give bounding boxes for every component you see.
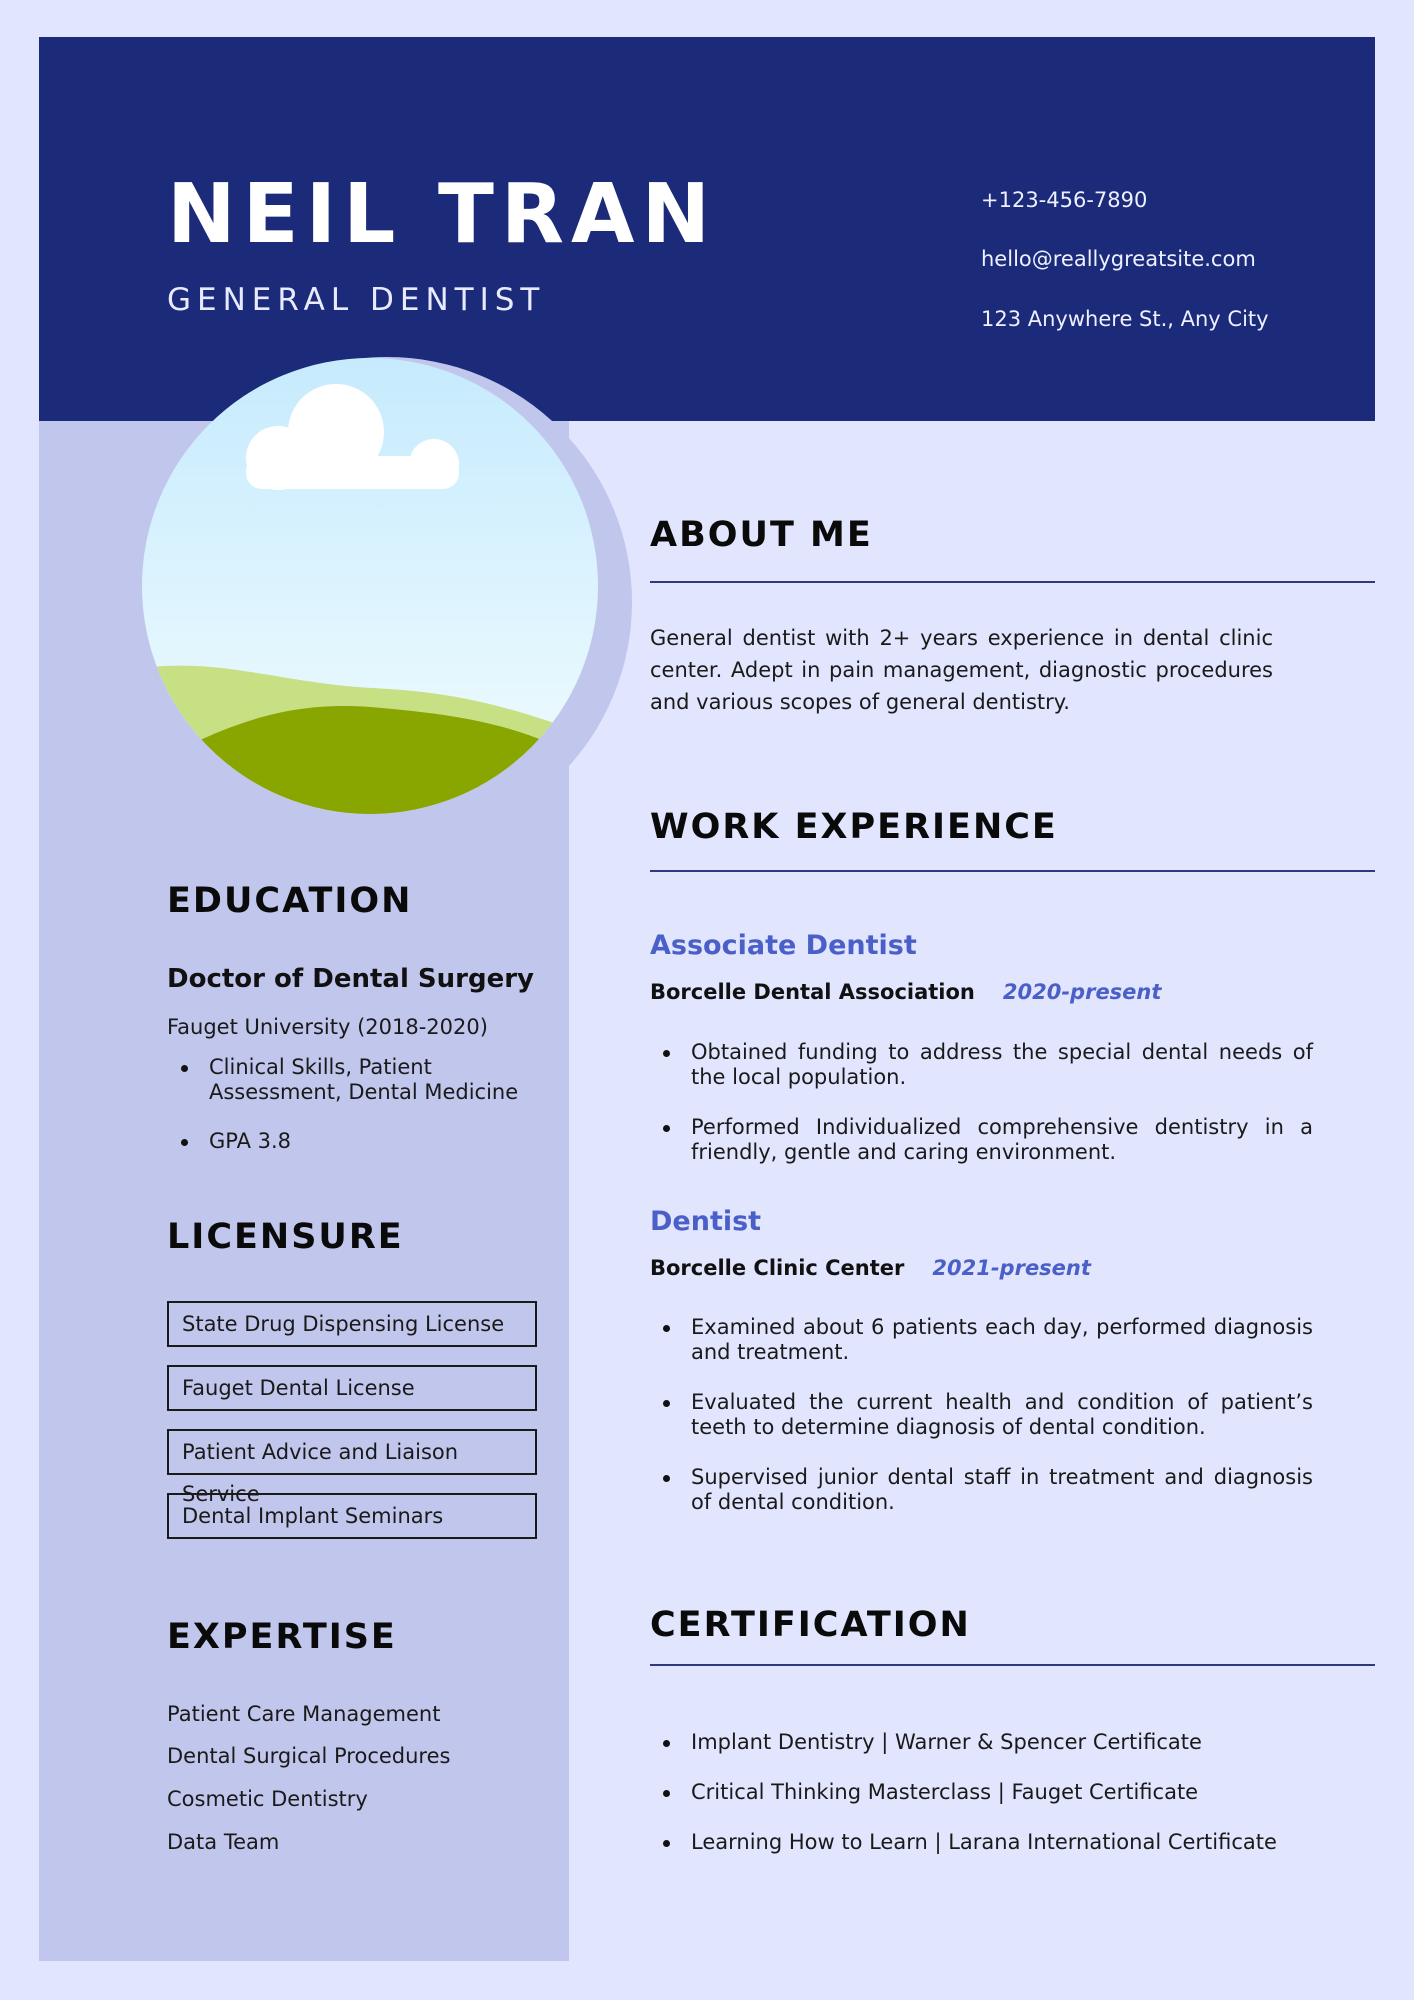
about-divider: [650, 581, 1375, 583]
job-point: Examined about 6 patients each day, perf…: [663, 1315, 1313, 1364]
job-point: Supervised junior dental staff in treatm…: [663, 1465, 1313, 1514]
work-divider: [650, 870, 1375, 872]
job-title: Associate Dentist: [650, 930, 917, 961]
job-company: Borcelle Clinic Center 2021-present: [650, 1256, 1091, 1280]
company-name: Borcelle Dental Association: [650, 980, 975, 1004]
landscape-placeholder-icon: [142, 358, 598, 814]
job-points: Obtained funding to address the special …: [651, 1040, 1313, 1165]
work-title: WORK EXPERIENCE: [650, 807, 1058, 847]
expertise-title: EXPERTISE: [167, 1617, 397, 1657]
license-item: Patient Advice and Liaison Service: [167, 1429, 537, 1506]
company-name: Borcelle Clinic Center: [650, 1256, 905, 1280]
job-point: Evaluated the current health and conditi…: [663, 1390, 1313, 1439]
certification-list: Implant Dentistry | Warner & Spencer Cer…: [651, 1730, 1391, 1855]
expertise-item: Cosmetic Dentistry: [167, 1787, 368, 1811]
certification-item: Learning How to Learn | Larana Internati…: [663, 1830, 1391, 1855]
job-company: Borcelle Dental Association 2020-present: [650, 980, 1161, 1004]
certification-item: Critical Thinking Masterclass | Fauget C…: [663, 1780, 1391, 1805]
certification-divider: [650, 1664, 1375, 1666]
expertise-item: Patient Care Management: [167, 1702, 441, 1726]
job-period: 2021-present: [932, 1256, 1091, 1280]
licensure-title: LICENSURE: [167, 1217, 404, 1257]
job-period: 2020-present: [1002, 980, 1162, 1004]
education-point: GPA 3.8: [181, 1129, 569, 1154]
phone-number: +123-456-7890: [981, 188, 1148, 212]
certification-item: Implant Dentistry | Warner & Spencer Cer…: [663, 1730, 1391, 1755]
job-role: GENERAL DENTIST: [167, 282, 546, 318]
education-point: Clinical Skills, Patient Assessment, Den…: [181, 1055, 569, 1105]
certification-title: CERTIFICATION: [650, 1605, 971, 1645]
street-address: 123 Anywhere St., Any City: [981, 307, 1269, 331]
about-title: ABOUT ME: [650, 515, 873, 555]
degree-name: Doctor of Dental Surgery: [167, 964, 534, 994]
about-text: General dentist with 2+ years experience…: [650, 626, 1273, 714]
job-point: Obtained funding to address the special …: [663, 1040, 1313, 1089]
job-title: Dentist: [650, 1206, 762, 1237]
license-item: Dental Implant Seminars: [167, 1493, 537, 1539]
job-point: Performed Individualized comprehensive d…: [663, 1115, 1313, 1164]
person-name: NEIL TRAN: [167, 167, 718, 262]
email-address: hello@reallygreatsite.com: [981, 247, 1256, 271]
education-points: Clinical Skills, Patient Assessment, Den…: [169, 1055, 569, 1154]
license-item: State Drug Dispensing License: [167, 1301, 537, 1347]
expertise-item: Dental Surgical Procedures: [167, 1744, 451, 1768]
job-points: Examined about 6 patients each day, perf…: [651, 1315, 1313, 1515]
school-name: Fauget University (2018-2020): [167, 1015, 488, 1039]
expertise-item: Data Team: [167, 1830, 280, 1854]
license-item: Fauget Dental License: [167, 1365, 537, 1411]
education-title: EDUCATION: [167, 881, 413, 921]
